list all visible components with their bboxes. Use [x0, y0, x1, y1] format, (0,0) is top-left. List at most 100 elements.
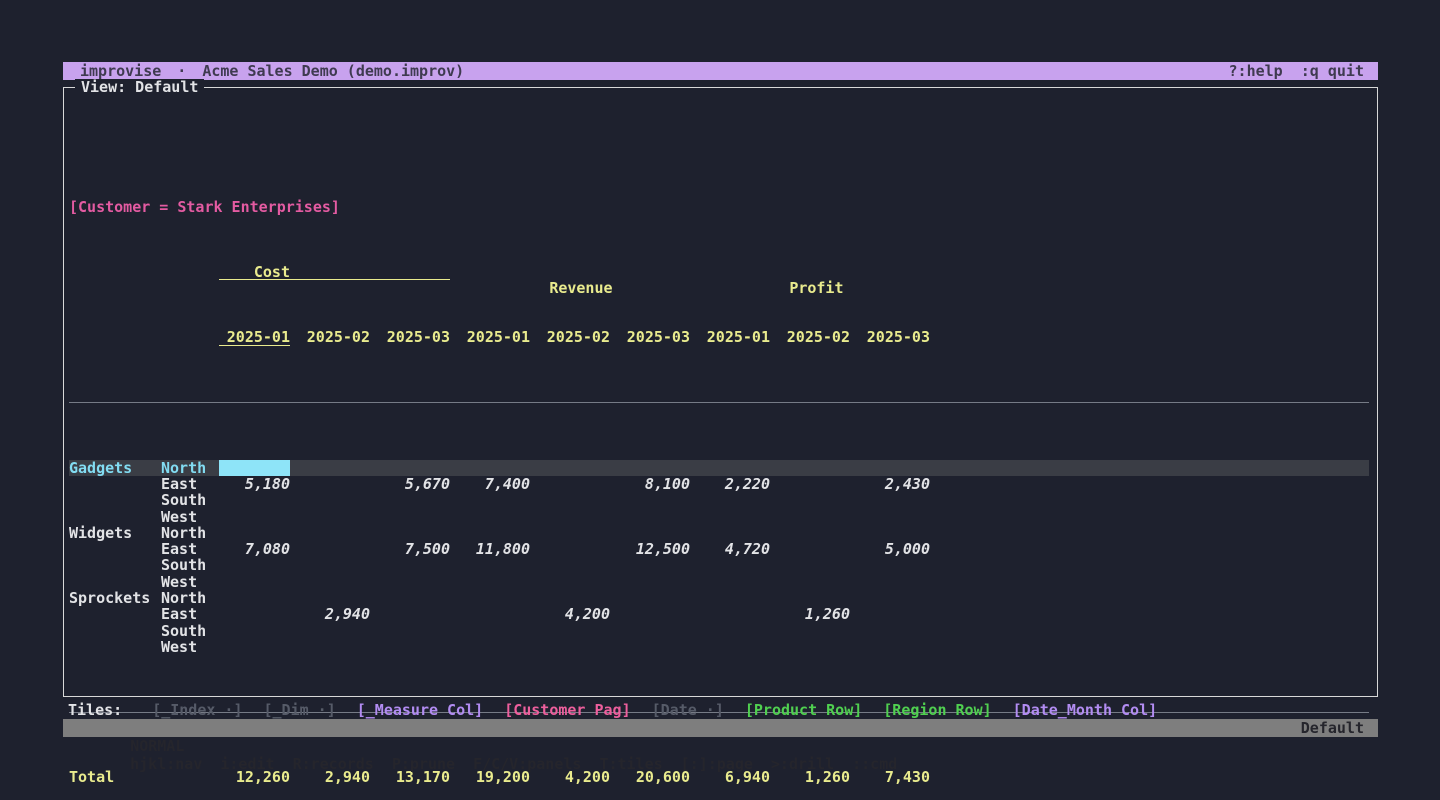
product-label[interactable]: [69, 492, 161, 508]
data-cell[interactable]: [459, 460, 530, 476]
data-cell[interactable]: [779, 590, 850, 606]
data-cell[interactable]: 7,400: [459, 476, 530, 492]
data-cell[interactable]: [619, 590, 690, 606]
data-cell[interactable]: [379, 525, 450, 541]
data-cell[interactable]: [619, 557, 690, 573]
product-label[interactable]: Widgets: [69, 525, 161, 541]
data-cell[interactable]: [459, 509, 530, 525]
data-cell[interactable]: [379, 606, 450, 622]
data-cell[interactable]: [459, 492, 530, 508]
data-cell[interactable]: [219, 509, 290, 525]
data-cell[interactable]: [859, 460, 930, 476]
data-cell[interactable]: [699, 525, 770, 541]
data-cell[interactable]: [859, 639, 930, 655]
data-cell[interactable]: [299, 623, 370, 639]
data-cell[interactable]: [299, 590, 370, 606]
region-label[interactable]: North: [161, 525, 219, 541]
product-label[interactable]: Sprockets: [69, 590, 161, 606]
data-cell[interactable]: 12,500: [619, 541, 690, 557]
data-cell[interactable]: [379, 574, 450, 590]
data-cell[interactable]: [699, 590, 770, 606]
region-label[interactable]: South: [161, 623, 219, 639]
data-cell[interactable]: [539, 541, 610, 557]
data-cell[interactable]: [539, 492, 610, 508]
data-cell[interactable]: [459, 590, 530, 606]
data-cell[interactable]: [299, 574, 370, 590]
data-cell[interactable]: [779, 557, 850, 573]
data-cell[interactable]: [459, 606, 530, 622]
data-cell[interactable]: 5,180: [219, 476, 290, 492]
tile-item[interactable]: [Date ·]: [652, 702, 724, 719]
tile-item[interactable]: [Product Row]: [745, 702, 862, 719]
tile-item[interactable]: [Region Row]: [883, 702, 991, 719]
data-cell[interactable]: 4,720: [699, 541, 770, 557]
month-column-header[interactable]: 2025-01: [219, 329, 290, 345]
data-cell[interactable]: [379, 590, 450, 606]
data-cell[interactable]: 8,100: [619, 476, 690, 492]
measure-header-revenue[interactable]: Revenue: [459, 264, 699, 280]
data-cell[interactable]: [219, 492, 290, 508]
data-cell[interactable]: [539, 639, 610, 655]
data-cell[interactable]: [779, 460, 850, 476]
data-cell[interactable]: [459, 639, 530, 655]
data-cell[interactable]: [219, 623, 290, 639]
data-cell[interactable]: [859, 590, 930, 606]
region-label[interactable]: South: [161, 492, 219, 508]
data-cell[interactable]: [539, 509, 610, 525]
product-label[interactable]: [69, 541, 161, 557]
month-column-header[interactable]: 2025-02: [299, 329, 370, 345]
measure-header-profit[interactable]: Profit: [699, 264, 939, 280]
data-cell[interactable]: [699, 509, 770, 525]
data-cell[interactable]: [859, 606, 930, 622]
data-cell[interactable]: [299, 557, 370, 573]
data-cell[interactable]: [779, 639, 850, 655]
product-label[interactable]: [69, 557, 161, 573]
data-cell[interactable]: [619, 606, 690, 622]
data-cell[interactable]: [379, 639, 450, 655]
data-cell[interactable]: [299, 460, 370, 476]
data-cell[interactable]: [779, 492, 850, 508]
data-cell[interactable]: [859, 525, 930, 541]
region-label[interactable]: West: [161, 574, 219, 590]
data-cell[interactable]: [539, 590, 610, 606]
region-label[interactable]: North: [161, 590, 219, 606]
data-cell[interactable]: [619, 574, 690, 590]
data-cell[interactable]: 2,940: [299, 606, 370, 622]
data-cell[interactable]: [219, 639, 290, 655]
product-label[interactable]: [69, 639, 161, 655]
data-cell[interactable]: [619, 492, 690, 508]
data-cell[interactable]: [779, 574, 850, 590]
data-cell[interactable]: [859, 557, 930, 573]
data-cell[interactable]: [699, 606, 770, 622]
data-cell[interactable]: 5,000: [859, 541, 930, 557]
month-column-header[interactable]: 2025-03: [859, 329, 930, 345]
data-cell[interactable]: [539, 557, 610, 573]
data-cell[interactable]: [299, 541, 370, 557]
selected-cell-cursor[interactable]: [219, 460, 290, 476]
product-label[interactable]: [69, 574, 161, 590]
data-cell[interactable]: [459, 525, 530, 541]
data-cell[interactable]: [219, 590, 290, 606]
data-cell[interactable]: 11,800: [459, 541, 530, 557]
data-cell[interactable]: [379, 460, 450, 476]
tile-item[interactable]: [_Index ·]: [152, 702, 242, 719]
data-cell[interactable]: [379, 492, 450, 508]
data-cell[interactable]: [859, 623, 930, 639]
data-cell[interactable]: 5,670: [379, 476, 450, 492]
data-cell[interactable]: [699, 574, 770, 590]
data-cell[interactable]: [299, 509, 370, 525]
data-cell[interactable]: [379, 557, 450, 573]
data-cell[interactable]: 7,080: [219, 541, 290, 557]
data-cell[interactable]: [699, 492, 770, 508]
data-cell[interactable]: [539, 525, 610, 541]
data-cell[interactable]: [699, 460, 770, 476]
tile-item[interactable]: [Customer Pag]: [504, 702, 630, 719]
data-cell[interactable]: 2,430: [859, 476, 930, 492]
data-cell[interactable]: [299, 492, 370, 508]
data-cell[interactable]: 1,260: [779, 606, 850, 622]
data-cell[interactable]: [299, 639, 370, 655]
region-label[interactable]: East: [161, 606, 219, 622]
month-column-header[interactable]: 2025-02: [539, 329, 610, 345]
data-cell[interactable]: [779, 525, 850, 541]
data-cell[interactable]: [539, 574, 610, 590]
